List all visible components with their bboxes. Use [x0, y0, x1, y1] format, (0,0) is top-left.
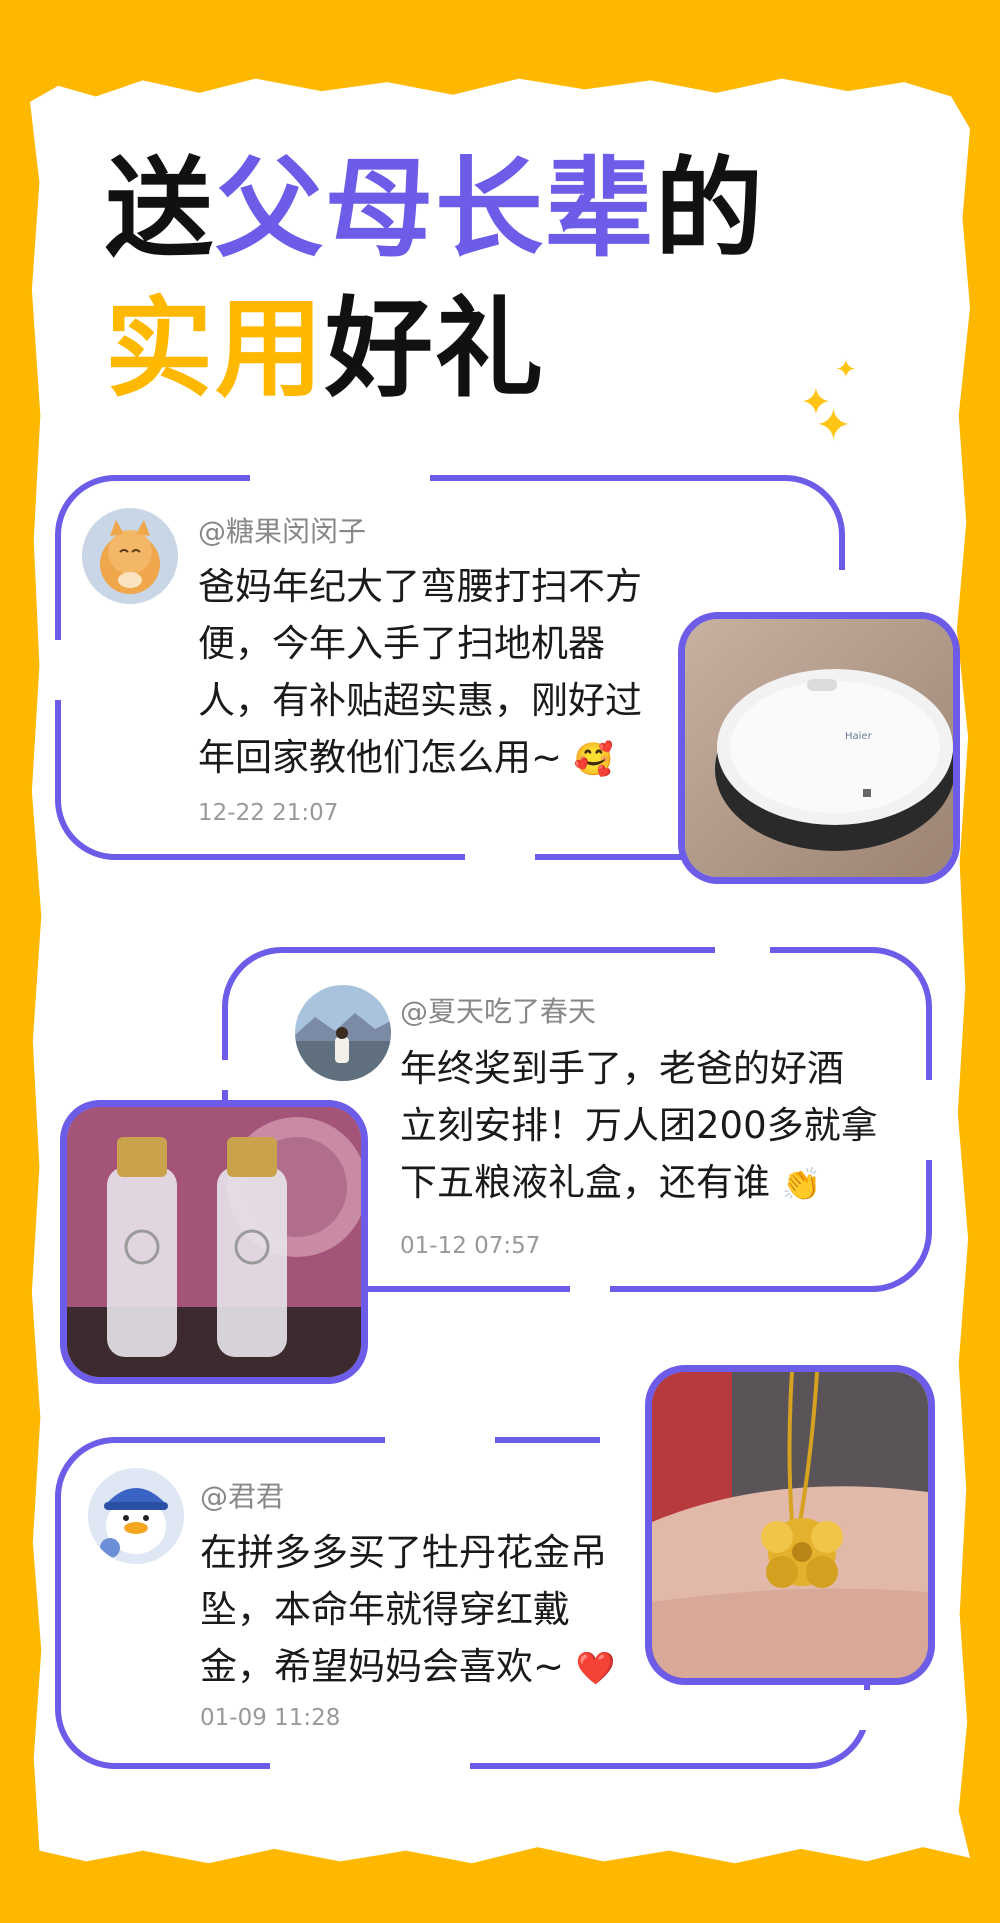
comment-text: 爸妈年纪大了弯腰打扫不方便，今年入手了扫地机器人，有补贴超实惠，刚好过年回家教他… [198, 558, 673, 788]
title-word: 的 [655, 147, 766, 272]
title-word: 好礼 [325, 287, 546, 412]
comment-body: 在拼多多买了牡丹花金吊坠，本命年就得穿红戴金，希望妈妈会喜欢~ [200, 1531, 607, 1688]
robot-vacuum-photo[interactable]: Haier [678, 612, 960, 884]
card-border-gap [570, 1284, 610, 1298]
username[interactable]: @糖果闵闵子 [198, 510, 366, 550]
timestamp: 01-09 11:28 [200, 1705, 341, 1731]
liquor-gift-box-photo[interactable] [60, 1100, 368, 1384]
card-border-gap [250, 470, 430, 484]
sparkle-icon: ✦ [835, 355, 857, 385]
timestamp: 01-12 07:57 [400, 1233, 541, 1259]
title-word-highlight: 实用 [105, 287, 326, 412]
title-word: 送 [105, 147, 216, 272]
smiling-face-emoji-icon: 🥰 [573, 740, 614, 778]
timestamp: 12-22 21:07 [198, 800, 339, 826]
title-line-2: 实用好礼 [105, 290, 545, 410]
card-border-gap [860, 1690, 876, 1730]
card-border-gap [922, 1080, 938, 1160]
landscape-avatar-icon[interactable] [295, 985, 391, 1081]
gold-pendant-photo[interactable] [645, 1365, 935, 1685]
brand-label: Haier [845, 731, 873, 742]
clapping-hands-emoji-icon: 👏 [781, 1165, 822, 1203]
duck-avatar-icon[interactable] [88, 1468, 184, 1564]
comment-text: 在拼多多买了牡丹花金吊坠，本命年就得穿红戴金，希望妈妈会喜欢~ ❤️ [200, 1524, 640, 1697]
comment-text: 年终奖到手了，老爸的好酒立刻安排！万人团200多就拿下五粮液礼盒，还有谁 👏 [400, 1040, 878, 1213]
sparkle-icon: ✦ [815, 400, 852, 451]
card-border-gap [715, 942, 770, 956]
username[interactable]: @君君 [200, 1475, 284, 1515]
card-border-gap [465, 852, 535, 866]
card-border-gap [600, 1432, 648, 1446]
red-heart-emoji-icon: ❤️ [575, 1649, 616, 1687]
card-border-gap [385, 1432, 495, 1446]
card-border-gap [270, 1761, 470, 1775]
card-border-gap [217, 1060, 233, 1090]
title-word-highlight: 父母长辈 [215, 147, 656, 272]
username[interactable]: @夏天吃了春天 [400, 990, 596, 1030]
cat-avatar-icon[interactable] [82, 508, 178, 604]
title-line-1: 送父母长辈的 [105, 150, 765, 270]
card-border-gap [50, 640, 66, 700]
